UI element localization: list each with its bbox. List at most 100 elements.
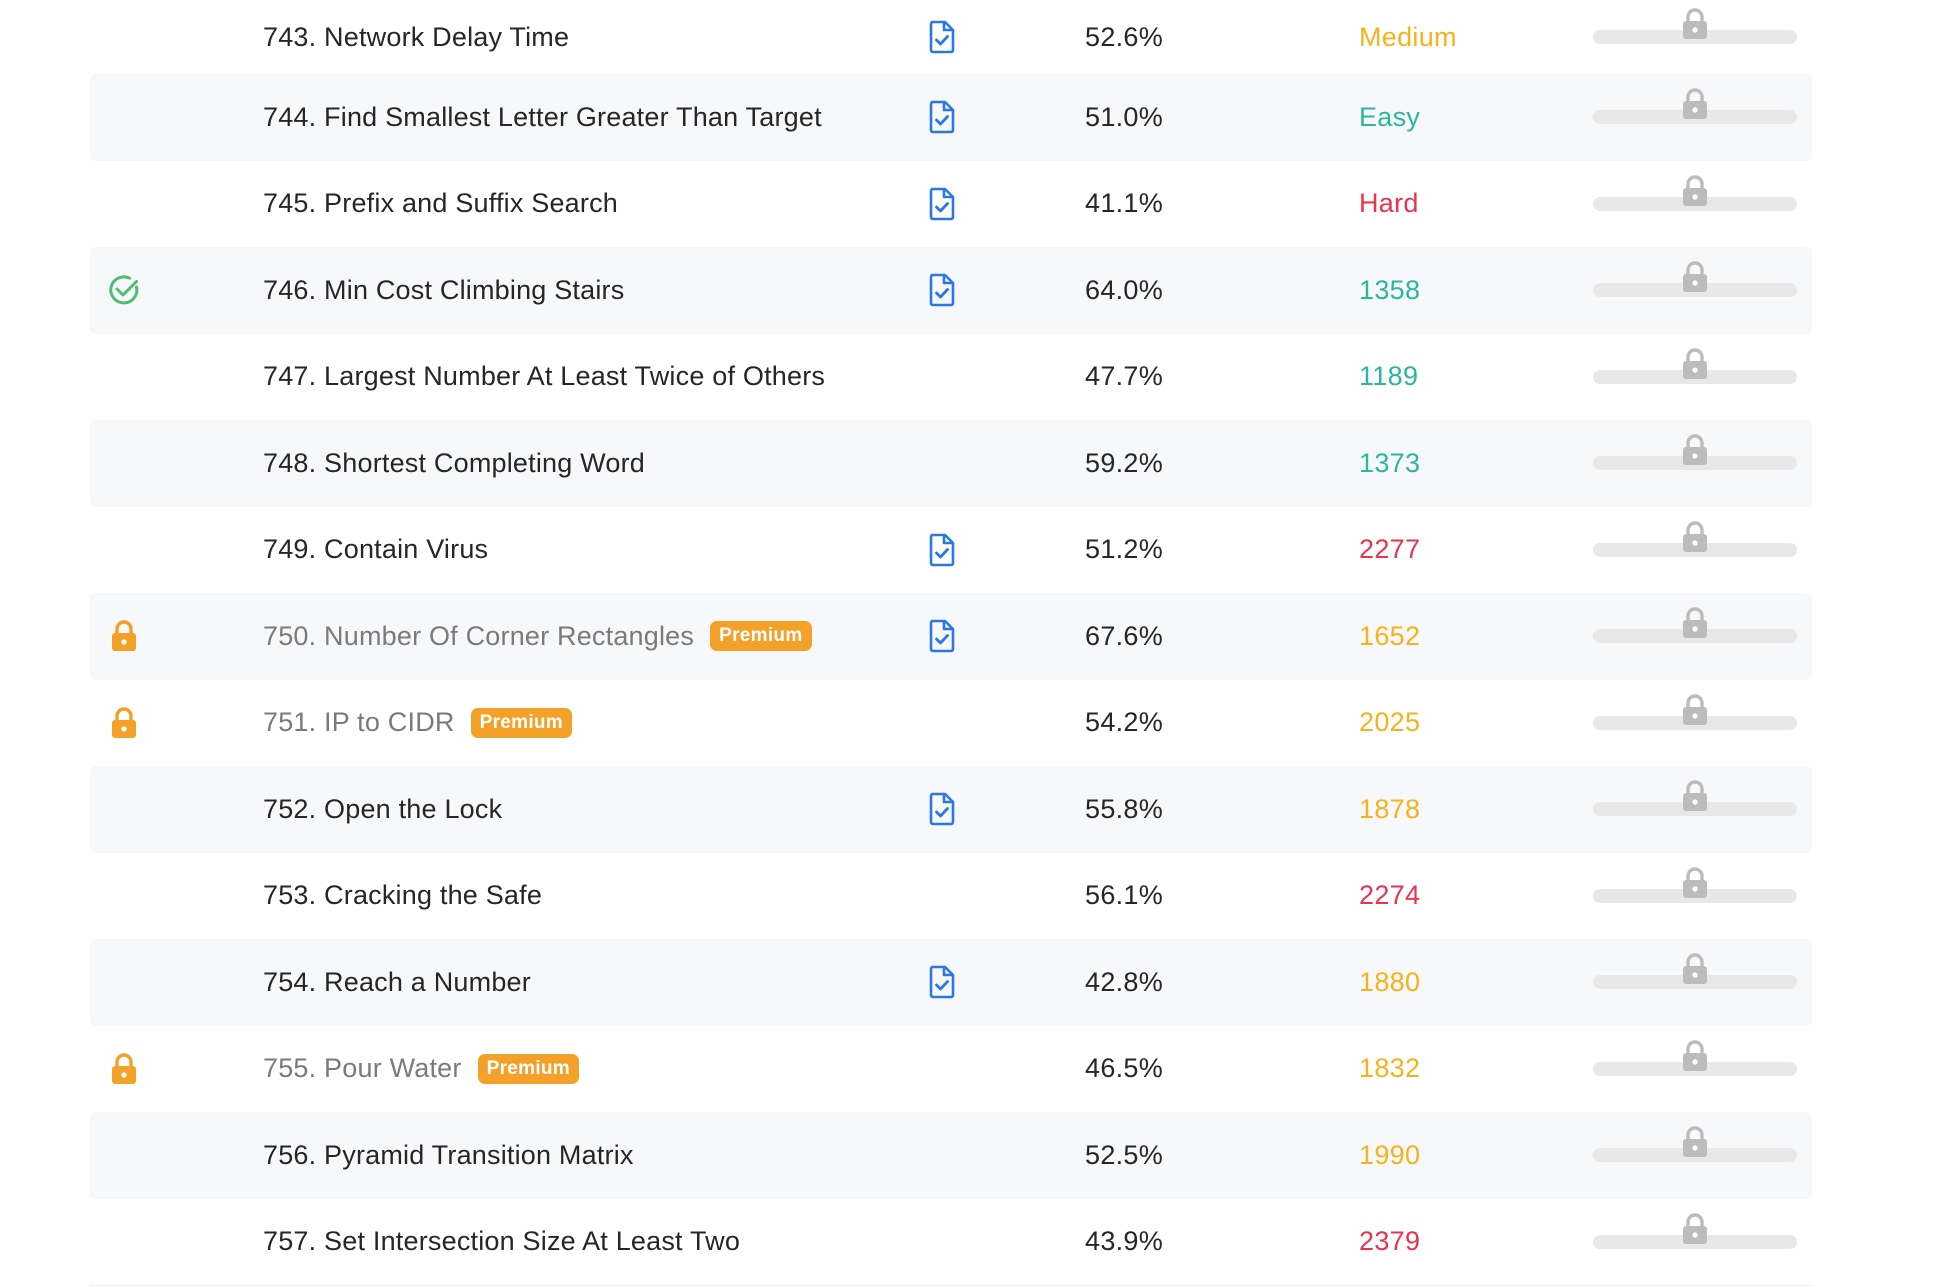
problem-title-wrap: 747. Largest Number At Least Twice of Ot… xyxy=(263,361,825,392)
problem-title-wrap: 746. Min Cost Climbing Stairs xyxy=(263,275,624,306)
problem-title-link[interactable]: 746. Min Cost Climbing Stairs xyxy=(263,275,624,306)
status-empty xyxy=(106,964,142,1000)
difficulty-label: Medium xyxy=(1359,22,1457,53)
lock-icon xyxy=(106,705,142,741)
problem-title-link[interactable]: 755. Pour Water xyxy=(263,1053,462,1084)
acceptance-rate: 47.7% xyxy=(1085,361,1163,392)
acceptance-rate: 55.8% xyxy=(1085,794,1163,825)
status-empty xyxy=(106,791,142,827)
solution-document-icon[interactable] xyxy=(926,531,958,569)
frequency-lock-icon[interactable] xyxy=(1678,517,1712,557)
difficulty-label: 1189 xyxy=(1359,361,1418,392)
difficulty-label: 2274 xyxy=(1359,880,1420,911)
problem-title-link[interactable]: 747. Largest Number At Least Twice of Ot… xyxy=(263,361,825,392)
acceptance-rate: 46.5% xyxy=(1085,1053,1163,1084)
problem-title-wrap: 749. Contain Virus xyxy=(263,534,488,565)
acceptance-rate: 59.2% xyxy=(1085,448,1163,479)
problem-title-link[interactable]: 753. Cracking the Safe xyxy=(263,880,542,911)
problem-title-link[interactable]: 745. Prefix and Suffix Search xyxy=(263,188,618,219)
problem-title-link[interactable]: 751. IP to CIDR xyxy=(263,707,455,738)
frequency-lock-icon[interactable] xyxy=(1678,1036,1712,1076)
problem-row: 746. Min Cost Climbing Stairs 64.0% 1358 xyxy=(90,247,1812,334)
problem-title-link[interactable]: 748. Shortest Completing Word xyxy=(263,448,645,479)
problem-title-link[interactable]: 757. Set Intersection Size At Least Two xyxy=(263,1226,740,1257)
problem-title-wrap: 744. Find Smallest Letter Greater Than T… xyxy=(263,102,822,133)
problem-title-wrap: 750. Number Of Corner Rectangles Premium xyxy=(263,621,812,652)
problem-title-link[interactable]: 756. Pyramid Transition Matrix xyxy=(263,1140,634,1171)
problem-title-link[interactable]: 744. Find Smallest Letter Greater Than T… xyxy=(263,102,822,133)
problem-title-wrap: 754. Reach a Number xyxy=(263,967,531,998)
frequency-lock-icon[interactable] xyxy=(1678,1209,1712,1249)
solution-document-icon[interactable] xyxy=(926,98,958,136)
problem-title-link[interactable]: 749. Contain Virus xyxy=(263,534,488,565)
acceptance-rate: 67.6% xyxy=(1085,621,1163,652)
problem-title-link[interactable]: 750. Number Of Corner Rectangles xyxy=(263,621,694,652)
problem-row: 757. Set Intersection Size At Least Two 4… xyxy=(90,1199,1812,1286)
difficulty-label: 1880 xyxy=(1359,967,1420,998)
acceptance-rate: 42.8% xyxy=(1085,967,1163,998)
problem-title-wrap: 756. Pyramid Transition Matrix xyxy=(263,1140,634,1171)
lock-icon xyxy=(106,618,142,654)
difficulty-label: 2277 xyxy=(1359,534,1420,565)
frequency-lock-icon[interactable] xyxy=(1678,690,1712,730)
problem-title-link[interactable]: 754. Reach a Number xyxy=(263,967,531,998)
difficulty-label: 2025 xyxy=(1359,707,1420,738)
solution-document-icon[interactable] xyxy=(926,617,958,655)
status-empty xyxy=(106,878,142,914)
problem-title-wrap: 751. IP to CIDR Premium xyxy=(263,707,572,738)
problem-row: 753. Cracking the Safe 56.1% 2274 xyxy=(90,853,1812,940)
frequency-lock-icon[interactable] xyxy=(1678,84,1712,124)
status-empty xyxy=(106,445,142,481)
problem-title-wrap: 753. Cracking the Safe xyxy=(263,880,542,911)
problem-row: 752. Open the Lock 55.8% 1878 xyxy=(90,766,1812,853)
acceptance-rate: 52.5% xyxy=(1085,1140,1163,1171)
acceptance-rate: 64.0% xyxy=(1085,275,1163,306)
difficulty-label: 1832 xyxy=(1359,1053,1420,1084)
solution-document-icon[interactable] xyxy=(926,963,958,1001)
frequency-lock-icon[interactable] xyxy=(1678,257,1712,297)
problem-row: 744. Find Smallest Letter Greater Than T… xyxy=(90,74,1812,161)
problem-title-wrap: 755. Pour Water Premium xyxy=(263,1053,579,1084)
solution-document-icon[interactable] xyxy=(926,18,958,56)
solution-document-icon[interactable] xyxy=(926,271,958,309)
frequency-lock-icon[interactable] xyxy=(1678,171,1712,211)
status-empty xyxy=(106,99,142,135)
frequency-lock-icon[interactable] xyxy=(1678,344,1712,384)
status-empty xyxy=(106,1224,142,1260)
problem-row: 749. Contain Virus 51.2% 2277 xyxy=(90,507,1812,594)
frequency-lock-icon[interactable] xyxy=(1678,776,1712,816)
problem-row: 743. Network Delay Time52.6%Medium xyxy=(90,0,1812,74)
problem-title-link[interactable]: 743. Network Delay Time xyxy=(263,22,569,53)
premium-badge: Premium xyxy=(471,708,572,738)
status-empty xyxy=(106,19,142,55)
frequency-lock-icon[interactable] xyxy=(1678,430,1712,470)
difficulty-label: 1878 xyxy=(1359,794,1420,825)
premium-badge: Premium xyxy=(478,1054,579,1084)
status-empty xyxy=(106,532,142,568)
solution-document-icon[interactable] xyxy=(926,790,958,828)
acceptance-rate: 43.9% xyxy=(1085,1226,1163,1257)
difficulty-label: Hard xyxy=(1359,188,1419,219)
premium-badge: Premium xyxy=(710,621,811,651)
frequency-lock-icon[interactable] xyxy=(1678,1122,1712,1162)
acceptance-rate: 54.2% xyxy=(1085,707,1163,738)
difficulty-label: 1358 xyxy=(1359,275,1420,306)
solution-document-icon[interactable] xyxy=(926,185,958,223)
problem-title-link[interactable]: 752. Open the Lock xyxy=(263,794,502,825)
check-circle-icon xyxy=(106,272,142,308)
problem-row: 751. IP to CIDR Premium 54.2% 2025 xyxy=(90,680,1812,767)
frequency-lock-icon[interactable] xyxy=(1678,4,1712,44)
frequency-lock-icon[interactable] xyxy=(1678,949,1712,989)
acceptance-rate: 56.1% xyxy=(1085,880,1163,911)
problem-row: 755. Pour Water Premium 46.5% 1832 xyxy=(90,1026,1812,1113)
acceptance-rate: 41.1% xyxy=(1085,188,1163,219)
acceptance-rate: 51.2% xyxy=(1085,534,1163,565)
problem-title-wrap: 748. Shortest Completing Word xyxy=(263,448,645,479)
frequency-lock-icon[interactable] xyxy=(1678,603,1712,643)
problem-row: 745. Prefix and Suffix Search 41.1% Hard xyxy=(90,161,1812,248)
problem-list: 743. Network Delay Time52.6%Medium 744. F… xyxy=(90,0,1812,1286)
frequency-lock-icon[interactable] xyxy=(1678,863,1712,903)
problem-title-wrap: 752. Open the Lock xyxy=(263,794,502,825)
problem-row: 747. Largest Number At Least Twice of Ot… xyxy=(90,334,1812,421)
status-empty xyxy=(106,186,142,222)
